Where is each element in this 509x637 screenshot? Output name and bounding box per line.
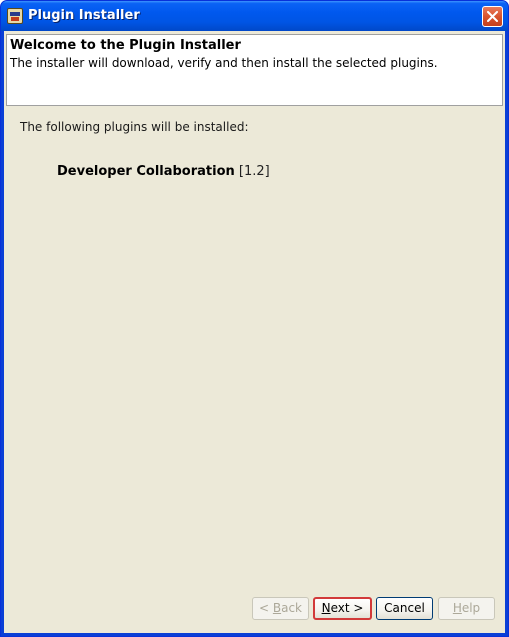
back-button-prefix: < [258,601,273,615]
window-title: Plugin Installer [28,8,140,23]
header-title: Welcome to the Plugin Installer [10,38,241,53]
plugin-installer-window: Plugin Installer Welcome to the Plugin I… [0,0,509,637]
back-button-mnemonic: B [272,601,282,615]
next-button-mnemonic: N [321,601,331,615]
header-description: The installer will download, verify and … [10,56,438,70]
plugin-version: [1.2] [238,164,270,179]
title-bar[interactable]: Plugin Installer [1,1,508,31]
back-button[interactable]: < Back [252,597,309,620]
close-button[interactable] [482,6,503,27]
plugin-name: Developer Collaboration [57,164,235,179]
next-button[interactable]: Next > [313,597,372,620]
help-button-mnemonic: H [452,601,462,615]
back-button-rest: ack [281,601,302,615]
help-button-rest: elp [461,601,481,615]
cancel-button[interactable]: Cancel [376,597,433,620]
plugin-list-item: Developer Collaboration [1.2] [57,164,270,179]
next-button-rest: ext > [330,601,364,615]
dialog-body: Welcome to the Plugin Installer The inst… [4,31,505,633]
help-button[interactable]: Help [438,597,495,620]
header-panel: Welcome to the Plugin Installer The inst… [6,34,503,106]
plugins-intro-label: The following plugins will be installed: [20,120,249,134]
plugin-installer-icon [7,8,23,24]
close-icon [487,11,498,22]
